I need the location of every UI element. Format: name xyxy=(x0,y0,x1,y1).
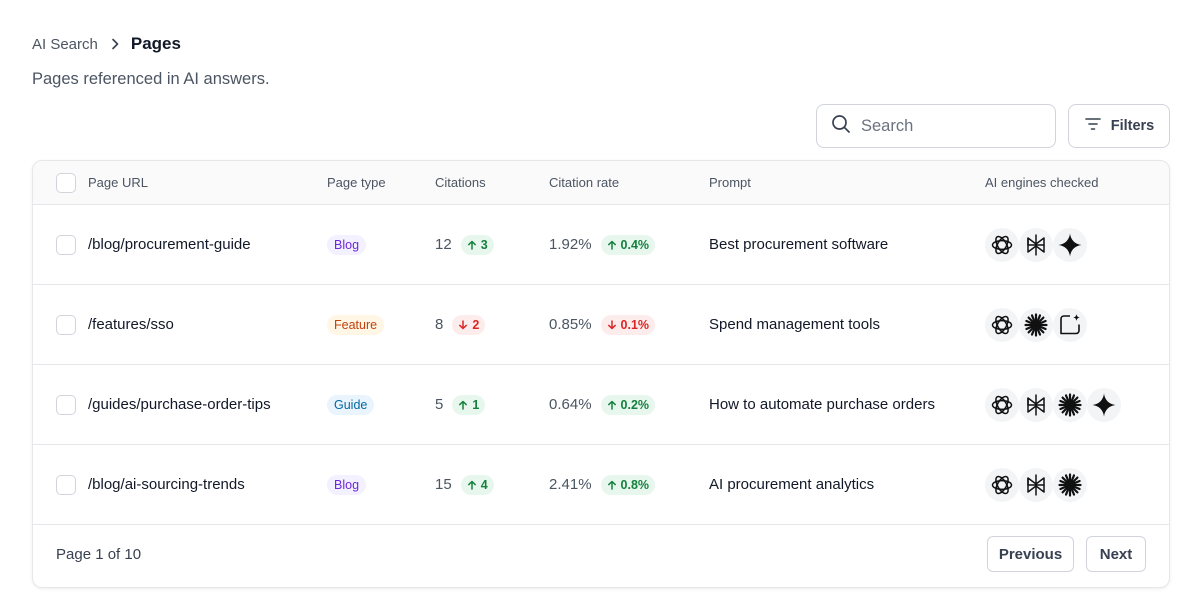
citation-rate-value: 0.85% xyxy=(549,316,592,333)
citations-delta-badge: 2 xyxy=(452,314,486,335)
table-header: Page URL Page type Citations Citation ra… xyxy=(33,161,1169,205)
page-type-badge: Blog xyxy=(327,234,367,255)
prompt-text: How to automate purchase orders xyxy=(709,396,935,413)
filter-icon xyxy=(1084,115,1102,137)
perplexity-icon xyxy=(1019,467,1053,502)
citations-delta-value: 3 xyxy=(480,237,488,252)
page-type-badge: Feature xyxy=(327,314,385,335)
pagination-info: Page 1 of 10 xyxy=(56,546,142,563)
citations-delta-badge: 1 xyxy=(452,394,486,415)
arrow-up-icon xyxy=(607,480,617,490)
citations-delta-value: 2 xyxy=(472,317,480,332)
openai-icon xyxy=(985,467,1019,502)
search-input[interactable] xyxy=(861,116,1041,136)
ai-engines-list xyxy=(985,365,1121,444)
prompt-text: Spend management tools xyxy=(709,316,880,333)
openai-icon xyxy=(985,227,1019,262)
citations-count: 8 xyxy=(435,316,444,333)
rate-delta-badge: 0.2% xyxy=(600,394,656,415)
search-box[interactable] xyxy=(816,104,1056,148)
claude-icon xyxy=(1019,307,1053,342)
table-row[interactable]: /blog/ai-sourcing-trends Blog 15 4 2.41%… xyxy=(33,445,1169,525)
page-url[interactable]: /features/sso xyxy=(88,316,174,333)
page-subtitle: Pages referenced in AI answers. xyxy=(32,70,270,88)
search-icon xyxy=(831,114,851,139)
arrow-down-icon xyxy=(458,319,468,330)
column-header-prompt[interactable]: Prompt xyxy=(709,175,751,190)
rate-delta-value: 0.2% xyxy=(620,397,650,412)
arrow-up-icon xyxy=(467,480,477,490)
openai-icon xyxy=(985,307,1019,342)
filters-button[interactable]: Filters xyxy=(1068,104,1170,148)
column-header-url[interactable]: Page URL xyxy=(88,175,148,190)
ai-engines-list xyxy=(985,205,1087,284)
arrow-up-icon xyxy=(607,400,617,410)
breadcrumb: AI Search Pages xyxy=(32,34,181,54)
select-all-checkbox[interactable] xyxy=(56,172,76,193)
citations-delta-badge: 3 xyxy=(460,234,494,255)
column-header-type[interactable]: Page type xyxy=(327,175,386,190)
gemini-icon xyxy=(1087,387,1121,422)
ai-engines-list xyxy=(985,445,1087,524)
row-checkbox[interactable] xyxy=(56,394,76,415)
table-footer: Page 1 of 10 Previous Next xyxy=(33,524,1169,587)
filters-button-label: Filters xyxy=(1110,118,1155,134)
citations-delta-value: 4 xyxy=(480,477,488,492)
page-title: Pages xyxy=(130,34,181,53)
citations-delta-value: 1 xyxy=(472,397,480,412)
table-row[interactable]: /guides/purchase-order-tips Guide 5 1 0.… xyxy=(33,365,1169,445)
page-type-badge: Blog xyxy=(327,474,367,495)
rate-delta-badge: 0.1% xyxy=(600,314,656,335)
rate-delta-badge: 0.8% xyxy=(600,474,656,495)
breadcrumb-root-link[interactable]: AI Search xyxy=(32,36,98,53)
openai-icon xyxy=(985,387,1019,422)
row-checkbox[interactable] xyxy=(56,234,76,255)
rate-delta-value: 0.4% xyxy=(620,237,650,252)
table-row[interactable]: /features/sso Feature 8 2 0.85% 0.1% Spe… xyxy=(33,285,1169,365)
citation-rate-value: 0.64% xyxy=(549,396,592,413)
row-checkbox[interactable] xyxy=(56,474,76,495)
copilot-icon xyxy=(1053,307,1087,342)
claude-icon xyxy=(1053,467,1087,502)
citation-rate-value: 1.92% xyxy=(549,236,592,253)
page-url[interactable]: /blog/ai-sourcing-trends xyxy=(88,476,245,493)
prompt-text: AI procurement analytics xyxy=(709,476,875,493)
page-type-badge: Guide xyxy=(327,394,375,415)
perplexity-icon xyxy=(1019,227,1053,262)
citations-delta-badge: 4 xyxy=(460,474,494,495)
page-url[interactable]: /blog/procurement-guide xyxy=(88,236,251,253)
rate-delta-badge: 0.4% xyxy=(600,234,656,255)
column-header-rate[interactable]: Citation rate xyxy=(549,175,619,190)
ai-engines-list xyxy=(985,285,1087,364)
column-header-citations[interactable]: Citations xyxy=(435,175,486,190)
arrow-up-icon xyxy=(607,240,617,250)
arrow-down-icon xyxy=(607,319,617,330)
rate-delta-value: 0.8% xyxy=(620,477,650,492)
citations-count: 15 xyxy=(435,476,452,493)
gemini-icon xyxy=(1053,227,1087,262)
perplexity-icon xyxy=(1019,387,1053,422)
prompt-text: Best procurement software xyxy=(709,236,889,253)
rate-delta-value: 0.1% xyxy=(620,317,650,332)
table-row[interactable]: /blog/procurement-guide Blog 12 3 1.92% … xyxy=(33,205,1169,285)
chevron-right-icon xyxy=(108,37,122,51)
column-header-engines[interactable]: AI engines checked xyxy=(985,175,1098,190)
citation-rate-value: 2.41% xyxy=(549,476,592,493)
arrow-up-icon xyxy=(467,240,477,250)
pages-table: Page URL Page type Citations Citation ra… xyxy=(32,160,1170,588)
previous-page-button[interactable]: Previous xyxy=(987,536,1074,572)
page-url[interactable]: /guides/purchase-order-tips xyxy=(88,396,271,413)
arrow-up-icon xyxy=(458,400,468,410)
citations-count: 12 xyxy=(435,236,452,253)
next-page-button[interactable]: Next xyxy=(1086,536,1146,572)
claude-icon xyxy=(1053,387,1087,422)
citations-count: 5 xyxy=(435,396,444,413)
row-checkbox[interactable] xyxy=(56,314,76,335)
